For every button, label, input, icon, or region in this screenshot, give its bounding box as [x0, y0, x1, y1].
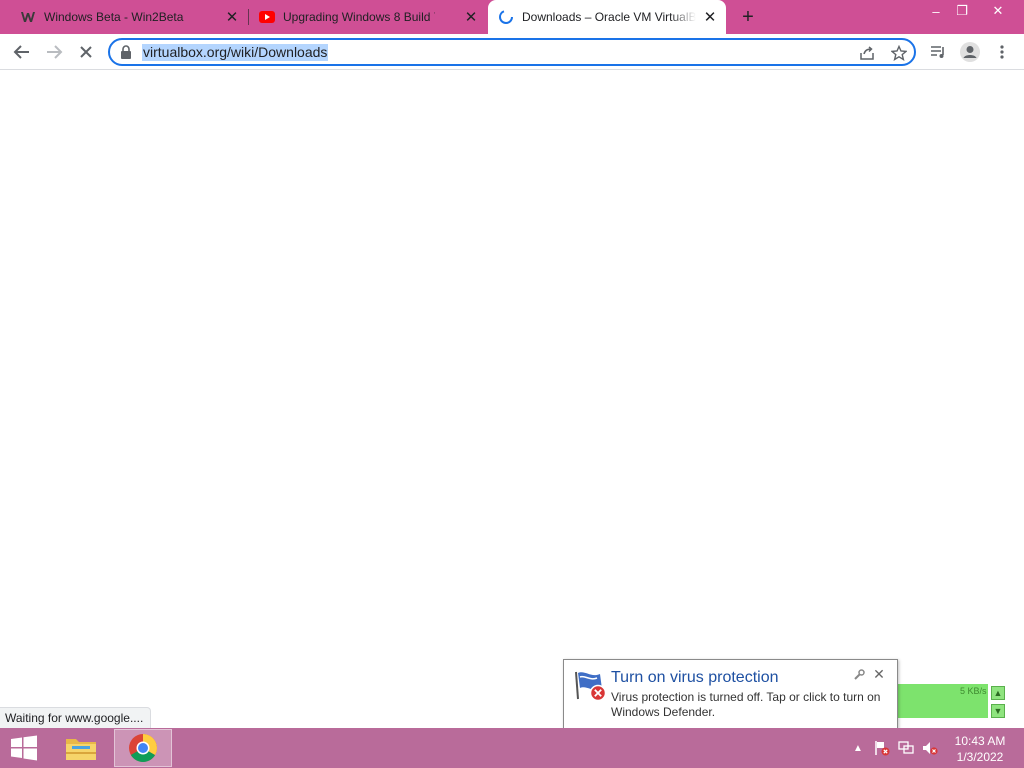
action-center-flag-icon[interactable] — [874, 740, 890, 756]
defender-flag-icon — [575, 671, 607, 702]
notification-close-icon[interactable]: ✕ — [872, 666, 886, 682]
taskbar: ▲ 10:43 AM 1/3/2022 — [0, 728, 1024, 768]
taskbar-chrome[interactable] — [114, 729, 172, 767]
close-window-button[interactable]: ✕ — [978, 0, 1018, 22]
page-content — [0, 71, 1024, 707]
system-clock[interactable]: 10:43 AM 1/3/2022 — [940, 733, 1020, 765]
arrow-left-icon — [13, 45, 29, 59]
media-controls-button[interactable] — [926, 40, 950, 64]
share-icon — [860, 46, 874, 60]
network-monitor-icon — [898, 741, 914, 754]
more-vertical-icon — [1000, 45, 1004, 59]
loading-spinner-icon — [499, 10, 513, 24]
tab-close-icon[interactable]: ✕ — [702, 9, 718, 26]
folder-icon — [66, 739, 96, 760]
forward-button[interactable] — [42, 40, 66, 64]
notification-title: Turn on virus protection — [611, 669, 779, 686]
chrome-icon — [129, 734, 157, 762]
profile-button[interactable] — [958, 40, 982, 64]
share-button[interactable] — [858, 44, 876, 62]
stop-x-icon — [80, 46, 92, 58]
restore-button[interactable]: ❐ — [946, 0, 978, 22]
tab-strip: Windows Beta - Win2Beta ✕ Upgrading Wind… — [0, 0, 1024, 34]
youtube-icon — [259, 11, 275, 23]
gadget-down-icon[interactable]: ▼ — [991, 704, 1005, 718]
taskbar-file-explorer[interactable] — [52, 729, 110, 767]
tab-divider — [248, 9, 249, 25]
settings-wrench-icon[interactable] — [852, 668, 866, 682]
flag-alert-icon — [875, 741, 890, 756]
address-bar[interactable]: virtualbox.org/wiki/Downloads — [108, 38, 916, 66]
playlist-icon — [931, 46, 944, 58]
start-button[interactable] — [0, 728, 48, 768]
tab-close-icon[interactable]: ✕ — [463, 9, 479, 26]
tab-title: Upgrading Windows 8 Build 7707 — [283, 10, 435, 24]
volume-muted-icon[interactable] — [922, 740, 938, 756]
virus-protection-notification[interactable]: Turn on virus protection Virus protectio… — [563, 659, 898, 729]
back-button[interactable] — [10, 40, 34, 64]
star-icon — [891, 45, 907, 61]
stop-loading-button[interactable] — [74, 40, 98, 64]
clock-date: 1/3/2022 — [956, 750, 1004, 764]
url-text[interactable]: virtualbox.org/wiki/Downloads — [142, 44, 329, 61]
network-speed-label: 5 KB/s — [960, 686, 987, 696]
arrow-right-icon — [47, 45, 63, 59]
tab-close-icon[interactable]: ✕ — [224, 9, 240, 26]
tab-windows-beta[interactable]: Windows Beta - Win2Beta ✕ — [0, 0, 248, 34]
bookmark-button[interactable] — [890, 44, 908, 62]
notification-body: Virus protection is turned off. Tap or c… — [611, 690, 881, 719]
new-tab-button[interactable]: + — [738, 6, 758, 28]
gadget-up-icon[interactable]: ▲ — [991, 686, 1005, 700]
windows-logo-icon — [11, 735, 37, 761]
avatar-icon — [960, 42, 980, 62]
speaker-mute-icon — [923, 742, 938, 755]
tab-title: Windows Beta - Win2Beta — [44, 10, 184, 24]
clock-time: 10:43 AM — [954, 734, 1006, 748]
menu-button[interactable] — [990, 40, 1014, 64]
loading-status: Waiting for www.google.... — [0, 707, 152, 729]
network-icon[interactable] — [898, 740, 914, 756]
w-logo-icon — [21, 12, 35, 22]
tab-virtualbox-downloads[interactable]: Downloads – Oracle VM VirtualBox ✕ — [488, 0, 726, 34]
tab-youtube[interactable]: Upgrading Windows 8 Build 7707 ✕ — [250, 0, 486, 34]
tab-title: Downloads – Oracle VM VirtualBox — [522, 10, 696, 24]
show-hidden-icons-icon[interactable]: ▲ — [850, 740, 866, 756]
browser-toolbar: virtualbox.org/wiki/Downloads — [0, 34, 1024, 70]
lock-icon — [121, 45, 131, 59]
